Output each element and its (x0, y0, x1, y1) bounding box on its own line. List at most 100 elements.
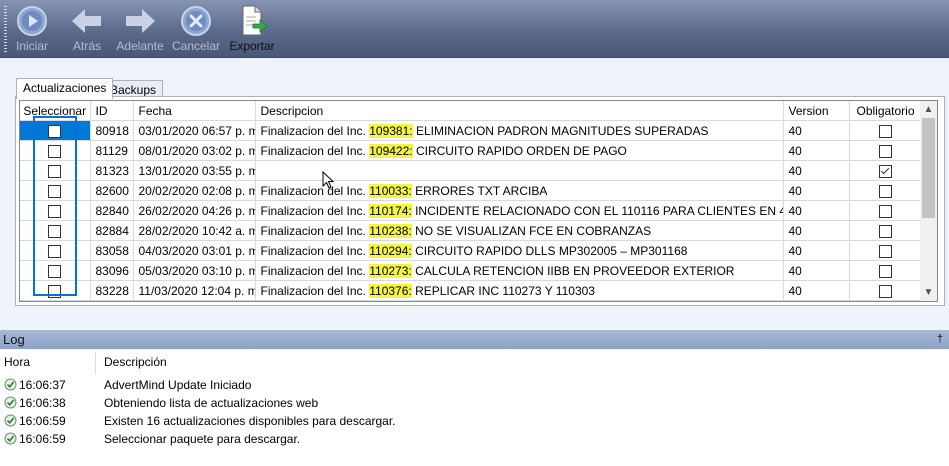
select-cell[interactable] (20, 180, 91, 201)
mandatory-checkbox (879, 244, 892, 258)
column-header-select[interactable]: Seleccionar (20, 101, 91, 121)
table-row[interactable]: 81323 13/01/2020 03:55 p. m. 40 (20, 160, 922, 181)
select-checkbox[interactable] (48, 244, 62, 258)
log-title: Log (3, 332, 25, 347)
table-row[interactable]: 82884 28/02/2020 10:42 a. m. Finalizacion … (20, 220, 922, 241)
incident-number: 110238: (369, 223, 412, 238)
select-cell[interactable] (20, 240, 91, 261)
version-cell: 40 (783, 180, 850, 201)
start-button[interactable]: Iniciar (12, 4, 52, 54)
export-button[interactable]: Exportar (227, 4, 277, 54)
date-cell: 11/03/2020 12:04 p. m. (133, 280, 256, 301)
version-cell: 40 (783, 120, 850, 141)
play-icon (15, 4, 49, 38)
start-label: Iniciar (15, 39, 48, 53)
incident-number: 109381: (369, 123, 413, 138)
table-row[interactable]: 82840 26/02/2020 04:26 p. m. Finalizacion … (20, 200, 922, 221)
column-header-id[interactable]: ID (90, 101, 134, 121)
grid-vertical-scrollbar[interactable]: ▲ ▼ (920, 100, 938, 302)
scroll-up-icon[interactable]: ▲ (920, 101, 937, 118)
log-column-divider (95, 352, 96, 374)
tab-updates[interactable]: Actualizaciones (16, 78, 114, 99)
select-checkbox[interactable] (48, 144, 62, 158)
select-checkbox[interactable] (48, 204, 62, 218)
arrow-left-icon (70, 4, 104, 38)
description-title: ELIMINACION PADRON MAGNITUDES SUPERADAS (412, 123, 709, 138)
select-checkbox[interactable] (48, 284, 62, 298)
incident-number: 110174: (369, 203, 412, 218)
updates-grid[interactable]: Seleccionar ID Fecha Descripcion Version… (19, 100, 923, 302)
check-circle-icon (4, 396, 17, 409)
log-panel-header: Log † (0, 330, 949, 349)
mandatory-checkbox (879, 164, 892, 178)
mouse-cursor-icon (322, 171, 334, 189)
column-header-mandatory[interactable]: Obligatorio (849, 101, 922, 121)
table-row[interactable]: 83096 05/03/2020 03:10 p. m. Finalizacion … (20, 260, 922, 281)
back-label: Atrás (72, 39, 101, 53)
log-row-time: 16:06:59 (4, 413, 66, 430)
incident-number: 110376: (369, 283, 412, 298)
check-circle-icon (4, 378, 17, 391)
description-prefix: Finalizacion del Inc. (260, 263, 370, 278)
table-row[interactable]: 83228 11/03/2020 12:04 p. m. Finalizacion … (20, 280, 922, 301)
select-checkbox[interactable] (48, 264, 62, 278)
incident-number: 109422: (369, 143, 413, 158)
incident-number: 110033: (369, 183, 412, 198)
select-cell[interactable] (20, 160, 91, 181)
version-cell: 40 (783, 240, 850, 261)
version-cell: 40 (783, 200, 850, 221)
select-cell[interactable] (20, 140, 91, 161)
mandatory-checkbox (879, 204, 892, 218)
forward-button[interactable]: Adelante (115, 4, 165, 54)
column-header-date[interactable]: Fecha (133, 101, 256, 121)
column-header-description[interactable]: Descripcion (255, 101, 784, 121)
table-row[interactable]: 81129 08/01/2020 03:02 p. m. Finalizacion … (20, 140, 922, 161)
mandatory-checkbox (879, 264, 892, 278)
description-prefix: Finalizacion del Inc. (260, 143, 370, 158)
back-button[interactable]: Atrás (67, 4, 107, 54)
select-checkbox[interactable] (48, 184, 62, 198)
select-checkbox[interactable] (48, 164, 62, 178)
table-row[interactable]: 82600 20/02/2020 02:08 p. m. Finalizacion … (20, 180, 922, 201)
scroll-thumb[interactable] (922, 118, 935, 218)
description-cell: Finalizacion del Inc. 110174: INCIDENTE … (255, 200, 784, 221)
select-checkbox[interactable] (48, 224, 62, 238)
select-cell[interactable] (20, 280, 91, 301)
select-checkbox[interactable] (48, 124, 62, 138)
mandatory-checkbox (879, 144, 892, 158)
mandatory-checkbox (879, 124, 892, 138)
description-cell (255, 160, 784, 181)
description-cell: Finalizacion del Inc. 109422: CIRCUITO R… (255, 140, 784, 161)
cancel-icon (179, 4, 213, 38)
select-cell[interactable] (20, 260, 91, 281)
id-cell: 82884 (90, 220, 134, 241)
description-cell: Finalizacion del Inc. 110033: ERRORES TX… (255, 180, 784, 201)
description-prefix: Finalizacion del Inc. (260, 283, 370, 298)
id-cell: 83058 (90, 240, 134, 261)
log-column-header-time[interactable]: Hora (4, 355, 30, 369)
mandatory-checkbox (879, 224, 892, 238)
select-cell[interactable] (20, 220, 91, 241)
scroll-down-icon[interactable]: ▼ (920, 284, 937, 301)
log-time: 16:06:38 (19, 396, 66, 410)
log-row-description: Obteniendo lista de actualizaciones web (104, 396, 319, 410)
check-circle-icon (4, 414, 17, 427)
description-title: CIRCUITO RAPIDO ORDEN DE PAGO (412, 143, 627, 158)
export-label: Exportar (229, 39, 275, 53)
table-row[interactable]: 80918 03/01/2020 06:57 p. m. Finalizacion … (20, 120, 922, 141)
description-prefix: Finalizacion del Inc. (260, 223, 370, 238)
toolbar-grip[interactable] (4, 6, 7, 52)
mandatory-checkbox (879, 184, 892, 198)
table-row[interactable]: 83058 04/03/2020 03:01 p. m. Finalizacion … (20, 240, 922, 261)
id-cell: 83228 (90, 280, 134, 301)
cancel-button[interactable]: Cancelar (172, 4, 220, 54)
column-header-version[interactable]: Version (783, 101, 850, 121)
log-row-time: 16:06:37 (4, 377, 66, 394)
log-row-description: Seleccionar paquete para descargar. (104, 432, 301, 446)
pin-icon[interactable]: † (937, 330, 943, 349)
select-cell[interactable] (20, 200, 91, 221)
select-cell[interactable] (20, 120, 91, 141)
description-title: REPLICAR INC 110273 Y 110303 (411, 283, 595, 298)
description-cell: Finalizacion del Inc. 110238: NO SE VISU… (255, 220, 784, 241)
log-column-header-description[interactable]: Descripción (104, 355, 167, 369)
